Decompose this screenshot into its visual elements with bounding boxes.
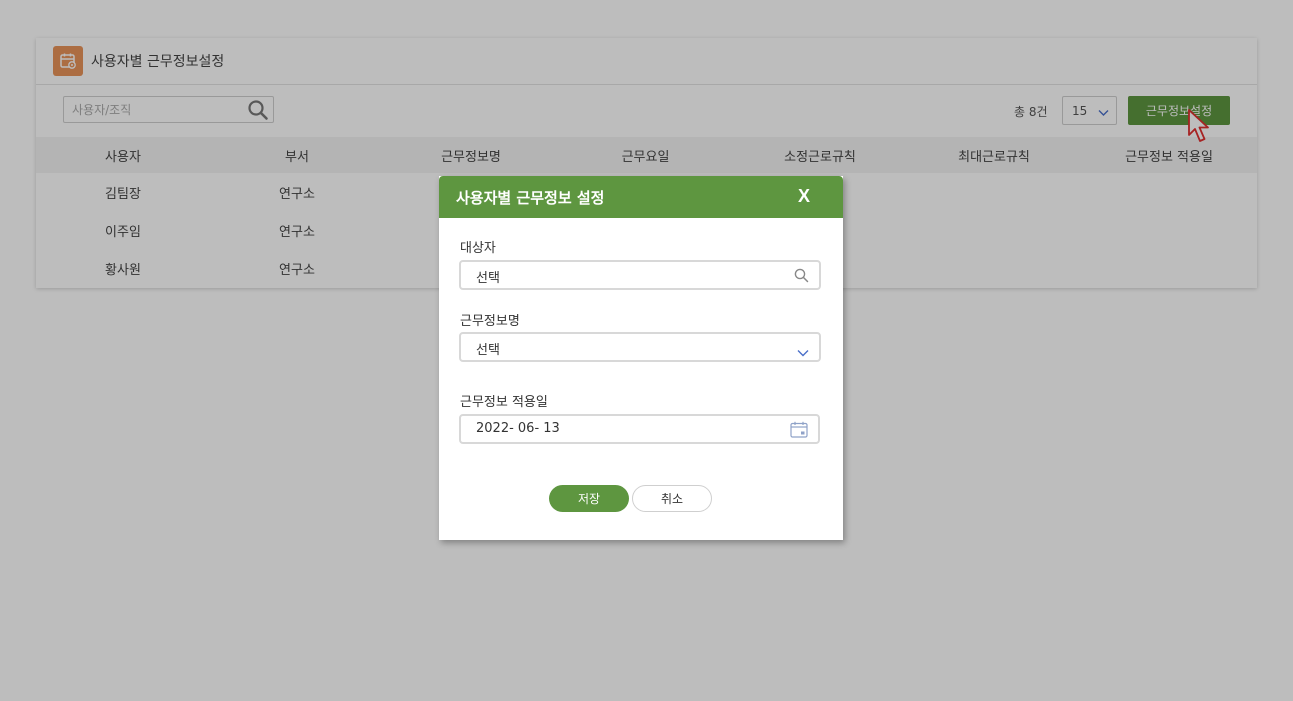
calendar-icon[interactable] xyxy=(790,421,808,442)
close-button[interactable]: X xyxy=(798,186,810,207)
cancel-button[interactable]: 취소 xyxy=(632,485,712,512)
work-info-settings-dialog: 사용자별 근무정보 설정 X 대상자 선택 근무정보명 선택 근무정보 적용일 … xyxy=(439,176,843,540)
target-field[interactable]: 선택 xyxy=(459,260,821,290)
target-value: 선택 xyxy=(476,271,500,286)
chevron-down-icon xyxy=(797,343,809,362)
target-label: 대상자 xyxy=(460,241,496,256)
apply-date-field[interactable]: 2022- 06- 13 xyxy=(459,414,820,444)
work-info-label: 근무정보명 xyxy=(460,314,520,329)
dialog-title: 사용자별 근무정보 설정 xyxy=(456,188,605,207)
search-icon[interactable] xyxy=(794,268,809,287)
save-button[interactable]: 저장 xyxy=(549,485,629,512)
apply-date-value: 2022- 06- 13 xyxy=(476,421,560,436)
apply-date-label: 근무정보 적용일 xyxy=(460,395,548,410)
work-info-value: 선택 xyxy=(476,343,500,358)
dialog-header: 사용자별 근무정보 설정 X xyxy=(439,176,843,218)
work-info-select[interactable]: 선택 xyxy=(459,332,821,362)
